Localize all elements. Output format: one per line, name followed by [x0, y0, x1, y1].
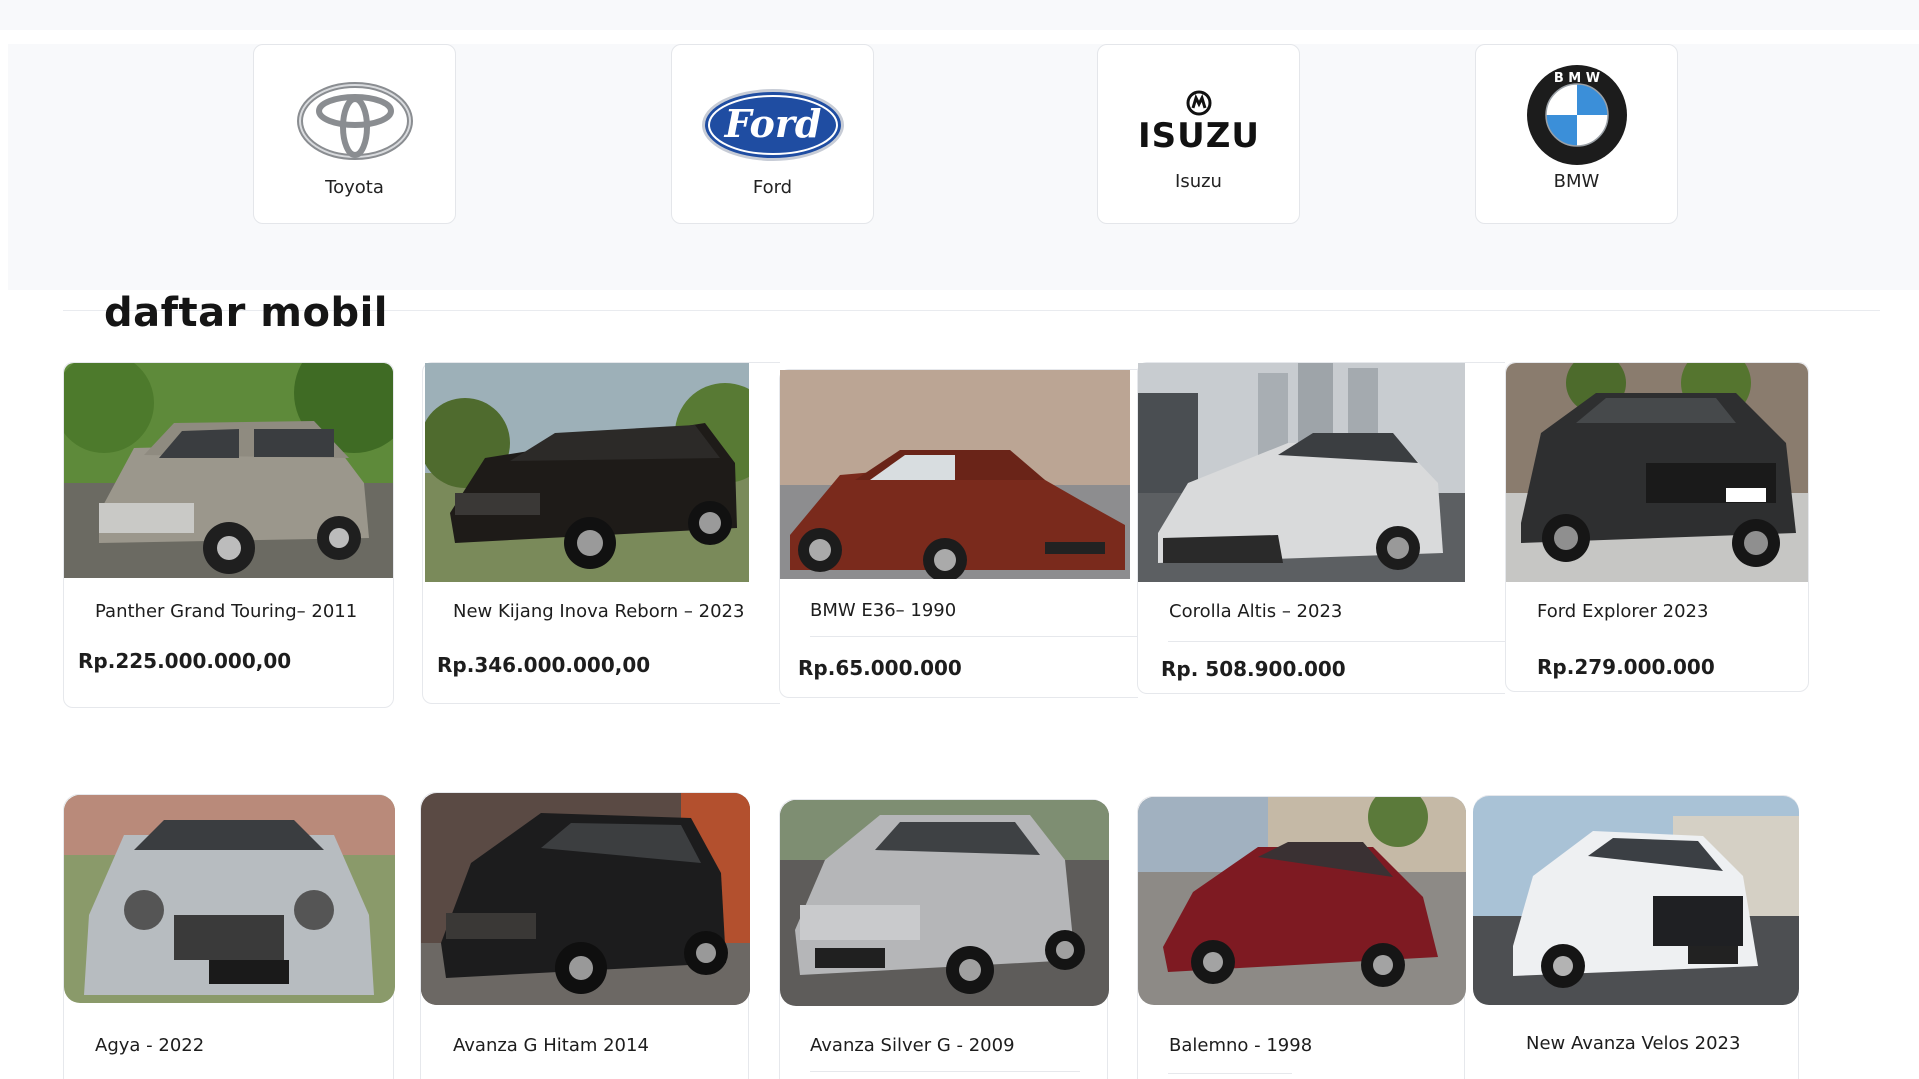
car-photo-ford-explorer — [1506, 363, 1808, 582]
car-photo-avanza-hitam — [421, 793, 750, 1005]
car-photo-corolla-altis — [1138, 363, 1465, 582]
car-price: Rp.65.000.000 — [798, 656, 962, 680]
car-name: Panther Grand Touring– 2011 — [95, 601, 358, 622]
isuzu-logo-icon: ISUZU — [1098, 89, 1299, 153]
card-rule — [1168, 641, 1506, 642]
car-name: New Avanza Velos 2023 — [1526, 1033, 1741, 1054]
brand-card-bmw[interactable]: B M W BMW — [1475, 44, 1678, 224]
car-name: Ford Explorer 2023 — [1537, 601, 1709, 622]
bmw-logo-icon: B M W — [1476, 63, 1677, 167]
car-photo-avanza-velos — [1473, 796, 1799, 1005]
car-photo-balemno — [1138, 797, 1466, 1005]
car-name: BMW E36– 1990 — [810, 600, 957, 621]
car-price: Rp. 508.900.000 — [1161, 657, 1346, 681]
isuzu-logo-text: ISUZU — [1137, 117, 1259, 153]
brand-label-isuzu: Isuzu — [1175, 171, 1222, 192]
car-card-avanza-silver[interactable]: Avanza Silver G - 2009 — [779, 799, 1109, 1079]
brand-label-toyota: Toyota — [325, 177, 384, 198]
car-name: Avanza Silver G - 2009 — [810, 1035, 1015, 1056]
top-bar — [0, 0, 1919, 30]
brand-card-isuzu[interactable]: ISUZU Isuzu — [1097, 44, 1300, 224]
car-name: Balemno - 1998 — [1169, 1035, 1313, 1056]
card-rule — [810, 1071, 1080, 1072]
card-rule — [1168, 1073, 1292, 1074]
car-card-agya[interactable]: Agya - 2022 — [63, 794, 395, 1079]
card-rule — [810, 636, 1139, 637]
car-name: Avanza G Hitam 2014 — [453, 1035, 649, 1056]
bmw-logo-text: B M W — [1553, 71, 1599, 86]
car-card-avanza-velos[interactable]: New Avanza Velos 2023 — [1473, 795, 1799, 1079]
car-card-corolla-altis[interactable]: Corolla Altis – 2023 Rp. 508.900.000 — [1137, 362, 1506, 694]
brand-card-ford[interactable]: Ford Ford — [671, 44, 874, 224]
car-card-ford-explorer[interactable]: Ford Explorer 2023 Rp.279.000.000 — [1505, 362, 1809, 692]
car-name: Agya - 2022 — [95, 1035, 205, 1056]
car-photo-panther — [64, 363, 393, 578]
page-title: daftar mobil — [104, 290, 389, 336]
car-card-balemno[interactable]: Balemno - 1998 — [1137, 796, 1466, 1079]
ford-logo-icon: Ford — [672, 87, 873, 163]
car-card-panther[interactable]: Panther Grand Touring– 2011 Rp.225.000.0… — [63, 362, 394, 708]
car-photo-avanza-silver — [780, 800, 1109, 1006]
car-price: Rp.279.000.000 — [1537, 655, 1715, 679]
car-price: Rp.225.000.000,00 — [78, 649, 292, 673]
brand-label-ford: Ford — [752, 177, 793, 198]
car-photo-bmw-e36 — [780, 370, 1130, 579]
car-card-avanza-hitam[interactable]: Avanza G Hitam 2014 — [420, 792, 750, 1079]
ford-logo-text: Ford — [723, 101, 821, 146]
brand-card-toyota[interactable]: Toyota — [253, 44, 456, 224]
car-card-bmw-e36[interactable]: BMW E36– 1990 Rp.65.000.000 — [779, 369, 1139, 698]
car-card-inova[interactable]: New Kijang Inova Reborn – 2023 Rp.346.00… — [422, 362, 780, 704]
car-name: Corolla Altis – 2023 — [1169, 601, 1343, 622]
car-price: Rp.346.000.000,00 — [437, 653, 651, 677]
car-name: New Kijang Inova Reborn – 2023 — [453, 601, 745, 622]
car-photo-agya — [64, 795, 395, 1003]
brand-label-bmw: BMW — [1553, 171, 1600, 192]
car-photo-inova — [425, 363, 749, 582]
toyota-logo-icon — [254, 81, 455, 161]
